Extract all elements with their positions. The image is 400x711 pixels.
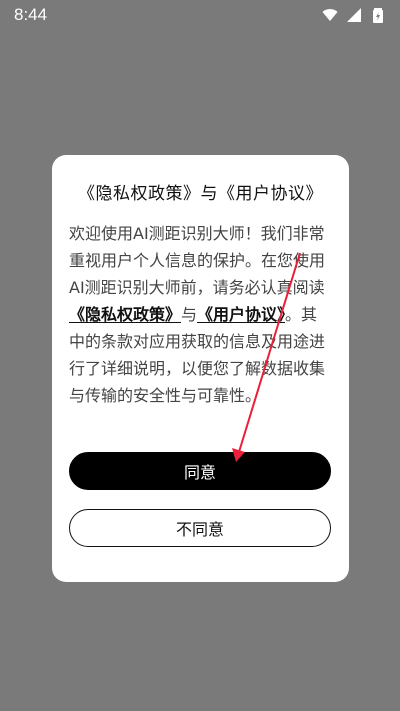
dialog-title: 《隐私权政策》与《用户协议》 — [78, 184, 323, 204]
wifi-icon — [322, 7, 338, 23]
dialog-body-text-1: 欢迎使用AI测距识别大师！我们非常重视用户个人信息的保护。在您使用AI测距识别大… — [69, 224, 326, 297]
agree-button[interactable]: 同意 — [69, 452, 331, 490]
battery-icon — [370, 7, 386, 23]
dialog-body: 欢迎使用AI测距识别大师！我们非常重视用户个人信息的保护。在您使用AI测距识别大… — [69, 220, 332, 409]
dialog-body-connector: 与 — [181, 305, 198, 324]
status-bar: 8:44 — [0, 0, 400, 30]
signal-icon — [346, 7, 362, 23]
privacy-policy-link[interactable]: 《隐私权政策》 — [69, 305, 181, 324]
disagree-button[interactable]: 不同意 — [69, 509, 331, 547]
privacy-dialog: 《隐私权政策》与《用户协议》 欢迎使用AI测距识别大师！我们非常重视用户个人信息… — [52, 155, 349, 582]
status-time: 8:44 — [14, 5, 48, 24]
user-agreement-link[interactable]: 《用户协议》 — [197, 305, 285, 324]
status-icons — [322, 7, 386, 23]
